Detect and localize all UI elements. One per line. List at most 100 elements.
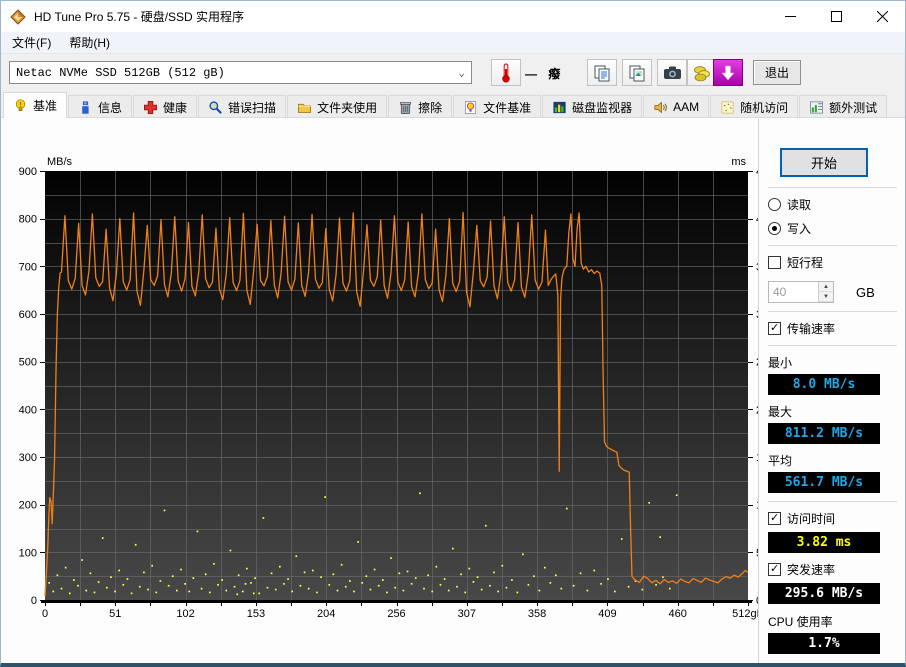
settings-panel: 开始 读取 写入 短行程 40 ▲ ▼ GB ✓ 传输速率 最小 8.0 MB/…: [758, 119, 901, 663]
burst-rate-checkbox[interactable]: [768, 563, 781, 576]
file-benchmark-icon: [465, 100, 477, 114]
avg-label: 平均: [768, 454, 793, 468]
bulb-icon: [15, 99, 26, 112]
burst-rate-display: 295.6 MB/s: [768, 583, 880, 604]
tab-file-benchmark[interactable]: 文件基准: [453, 95, 542, 118]
max-label: 最大: [768, 405, 793, 419]
tab-info[interactable]: 信息: [68, 95, 133, 118]
spinner-buttons[interactable]: ▲ ▼: [818, 282, 833, 302]
chevron-down-icon: ⌄: [458, 67, 465, 80]
access-time-value: 3.82 ms: [796, 535, 852, 550]
tab-erase-label: 擦除: [418, 100, 443, 115]
random-access-icon: [721, 101, 734, 113]
tab-benchmark[interactable]: 基准: [3, 92, 68, 118]
exit-button[interactable]: 退出: [753, 60, 801, 85]
short-stroke-row[interactable]: 短行程: [768, 254, 901, 271]
menubar: 文件(F) 帮助(H): [1, 32, 905, 54]
divider: [768, 311, 897, 312]
tab-random-access-label: 随机访问: [740, 100, 789, 115]
short-stroke-size-input[interactable]: 40 ▲ ▼: [768, 281, 834, 303]
tab-disk-monitor[interactable]: 磁盘监视器: [542, 95, 643, 118]
maximize-button[interactable]: [813, 1, 859, 32]
read-radio-row[interactable]: 读取: [768, 196, 901, 213]
avg-value-display: 561.7 MB/s: [768, 472, 880, 493]
cpu-usage-display: 1.7%: [768, 633, 880, 654]
app-logo-icon: [10, 8, 26, 25]
gb-unit-label: GB: [856, 284, 875, 300]
temperature-button[interactable]: [491, 59, 521, 86]
magnifier-icon: [209, 100, 222, 114]
health-cross-icon: [144, 100, 157, 114]
tab-error-scan[interactable]: 错误扫描: [198, 95, 287, 118]
min-value-display: 8.0 MB/s: [768, 374, 880, 395]
transfer-rate-row[interactable]: 传输速率: [768, 320, 901, 337]
start-button[interactable]: 开始: [780, 148, 868, 177]
speaker-icon: [654, 101, 667, 113]
extra-tests-icon: [810, 101, 824, 113]
max-value: 811.2 MB/s: [784, 426, 864, 441]
read-radio-label: 读取: [787, 198, 812, 212]
divider: [768, 501, 897, 502]
tab-file-benchmark-label: 文件基准: [483, 100, 532, 115]
burst-rate-value: 295.6 MB/s: [784, 586, 864, 601]
copy-text-button[interactable]: [587, 59, 617, 86]
access-time-row[interactable]: 访问时间: [768, 510, 901, 527]
camera-icon: [663, 66, 681, 79]
tab-extra-tests[interactable]: 额外测试: [799, 95, 888, 118]
tab-benchmark-label: 基准: [33, 99, 58, 113]
spin-down-icon[interactable]: ▼: [819, 292, 833, 302]
info-icon: [82, 100, 89, 114]
divider: [768, 187, 897, 188]
menu-file[interactable]: 文件(F): [3, 31, 60, 54]
write-radio[interactable]: [768, 222, 781, 235]
minimize-button[interactable]: [767, 1, 813, 32]
benchmark-chart: [1, 119, 761, 663]
toolbar: Netac NVMe SSD 512GB (512 gB) ⌄ — 癈 退出: [1, 54, 905, 91]
cpu-usage-label: CPU 使用率: [768, 615, 833, 629]
close-button[interactable]: [859, 1, 905, 32]
drive-select[interactable]: Netac NVMe SSD 512GB (512 gB) ⌄: [9, 61, 472, 84]
capture-button[interactable]: [713, 59, 743, 86]
short-stroke-label: 短行程: [787, 256, 824, 270]
access-time-label: 访问时间: [787, 512, 836, 526]
divider: [768, 245, 897, 246]
tab-aam-label: AAM: [673, 100, 700, 114]
capture-arrow-icon: [721, 65, 735, 80]
copy-image-button[interactable]: [622, 59, 652, 86]
copy-text-icon: [594, 65, 610, 81]
read-radio[interactable]: [768, 198, 781, 211]
tabbar: 基准 信息 健康 错误扫描 文件夹使用 擦除 文件基准 磁盘监视器 AAM 随机…: [1, 91, 905, 118]
tab-folder-usage[interactable]: 文件夹使用: [287, 95, 388, 118]
temperature-value: — 癈: [525, 67, 565, 81]
min-value: 8.0 MB/s: [792, 377, 856, 392]
copy-image-icon: [629, 65, 645, 81]
tab-health[interactable]: 健康: [133, 95, 198, 118]
tab-random-access[interactable]: 随机访问: [710, 95, 799, 118]
screenshot-button[interactable]: [657, 59, 687, 86]
short-stroke-checkbox[interactable]: [768, 256, 781, 269]
coins-icon: [693, 65, 710, 81]
access-time-checkbox[interactable]: [768, 512, 781, 525]
tab-health-label: 健康: [163, 100, 188, 115]
tab-extra-tests-label: 额外测试: [829, 100, 878, 115]
app-window: HD Tune Pro 5.75 - 硬盘/SSD 实用程序 文件(F) 帮助(…: [0, 0, 906, 667]
menu-help[interactable]: 帮助(H): [60, 31, 119, 54]
tab-error-scan-label: 错误扫描: [228, 100, 277, 115]
burst-rate-label: 突发速率: [787, 563, 836, 577]
tab-disk-monitor-label: 磁盘监视器: [572, 100, 633, 115]
write-radio-row[interactable]: 写入: [768, 220, 901, 237]
avg-value: 561.7 MB/s: [784, 475, 864, 490]
drive-select-value: Netac NVMe SSD 512GB (512 gB): [16, 65, 225, 80]
folder-icon: [298, 103, 312, 113]
thermometer-icon: [502, 63, 510, 82]
transfer-rate-checkbox[interactable]: [768, 322, 781, 335]
disk-monitor-icon: [553, 101, 566, 113]
burst-rate-row[interactable]: 突发速率: [768, 561, 901, 578]
minimize-icon: [784, 16, 796, 17]
tab-info-label: 信息: [98, 100, 123, 115]
start-button-label: 开始: [810, 156, 837, 171]
content-area: 开始 读取 写入 短行程 40 ▲ ▼ GB ✓ 传输速率 最小 8.0 MB/…: [1, 118, 905, 663]
spin-up-icon[interactable]: ▲: [819, 282, 833, 292]
tab-erase[interactable]: 擦除: [388, 95, 453, 118]
tab-aam[interactable]: AAM: [643, 95, 710, 118]
